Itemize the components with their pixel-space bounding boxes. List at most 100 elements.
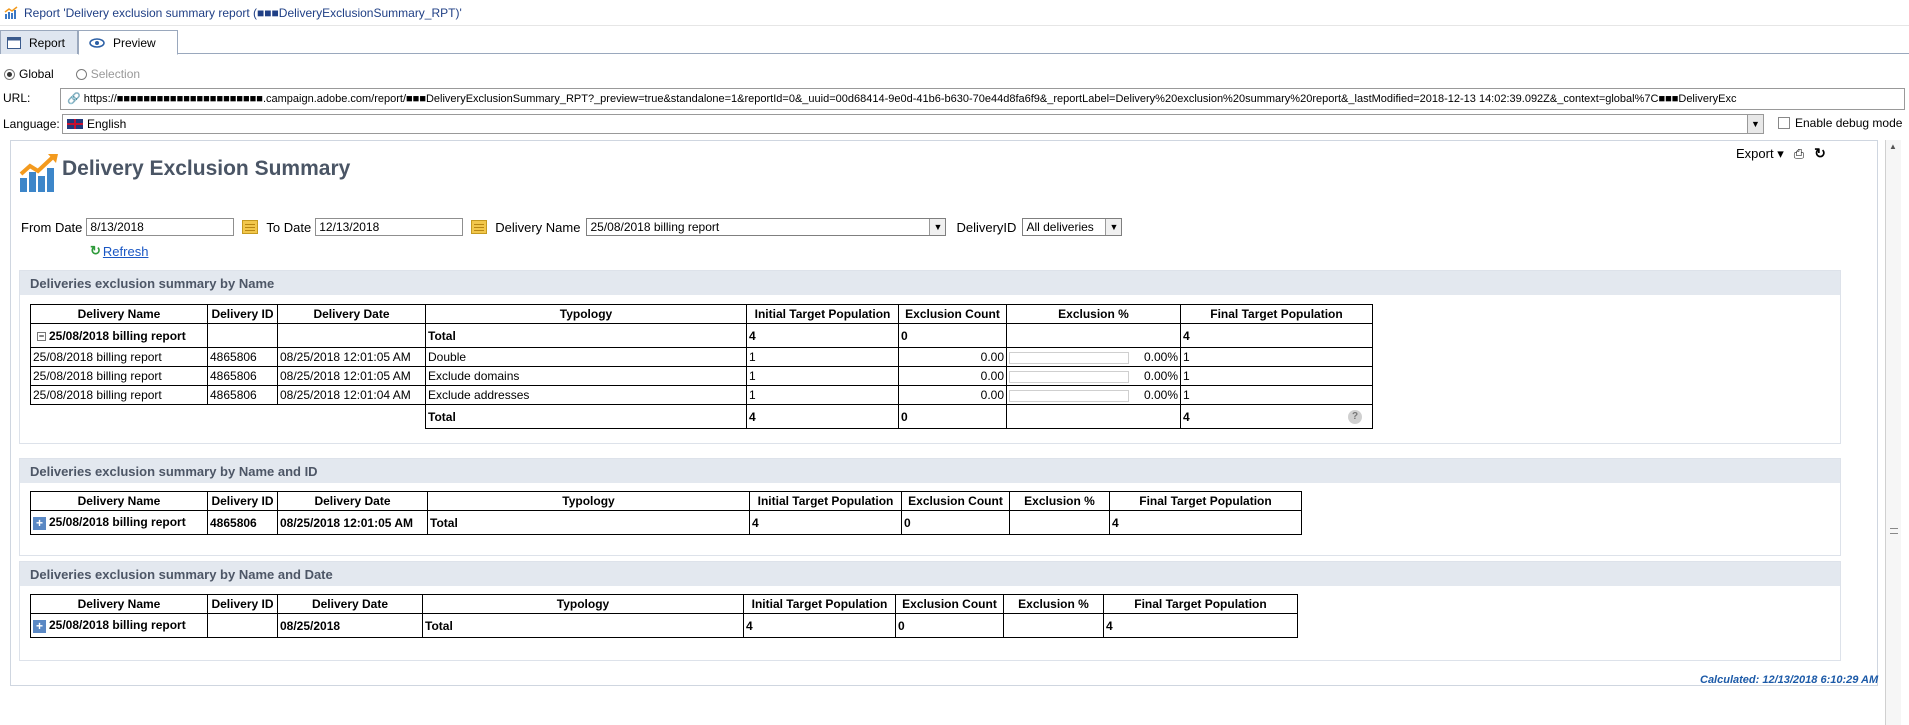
group-name-cell[interactable]: +25/08/2018 billing report xyxy=(30,613,208,638)
exclusion-bar xyxy=(1009,351,1129,364)
column-header: Exclusion % xyxy=(1003,594,1104,614)
tab-preview[interactable]: Preview xyxy=(78,30,178,55)
column-header: Delivery Name xyxy=(30,594,208,614)
refresh-icon: ↻ xyxy=(90,243,101,258)
radio-selected-icon xyxy=(4,68,15,80)
column-header: Delivery Date xyxy=(277,491,428,511)
exclusion-pct-cell: 0.00% xyxy=(1006,347,1181,367)
export-label: Export xyxy=(1736,145,1774,161)
tab-report[interactable]: Report xyxy=(0,30,78,54)
column-header: Delivery Date xyxy=(277,594,423,614)
table-row: 25/08/2018 billing report 4865806 08/25/… xyxy=(30,366,1373,386)
radio-empty-icon xyxy=(75,68,87,80)
exclusion-pct: 0.00% xyxy=(1143,350,1178,364)
column-header: Delivery ID xyxy=(207,491,278,511)
refresh-label[interactable]: Refresh xyxy=(103,244,149,259)
table-cell xyxy=(1003,613,1104,638)
delivery-name-select[interactable]: 25/08/2018 billing report ▼ xyxy=(586,218,947,236)
language-select[interactable]: English ▼ xyxy=(62,114,1764,134)
column-header: Typology xyxy=(422,594,744,614)
print-icon[interactable]: ⎙ xyxy=(1794,146,1804,162)
filter-bar: From Date 8/13/2018 To Date 12/13/2018 D… xyxy=(21,218,1123,236)
column-header: Initial Target Population xyxy=(749,491,902,511)
table-cell: 1 xyxy=(746,366,899,386)
chevron-down-icon: ▼ xyxy=(1105,219,1122,235)
collapse-icon[interactable]: − xyxy=(37,331,46,341)
table-cell xyxy=(1006,404,1181,429)
column-header: Initial Target Population xyxy=(746,304,899,324)
url-field[interactable]: 🔗 https://■■■■■■■■■■■■■■■■■■■■■■.campaig… xyxy=(60,88,1905,110)
table-cell: 0.00 xyxy=(898,347,1007,367)
table-cell: 4 xyxy=(1180,323,1373,348)
expand-icon[interactable]: + xyxy=(33,516,46,530)
calculated-timestamp: Calculated: 12/13/2018 6:10:29 AM xyxy=(1700,674,1879,686)
dropdown-arrow-icon[interactable]: ▼ xyxy=(1747,115,1763,133)
debug-mode-checkbox[interactable]: Enable debug mode xyxy=(1778,116,1902,130)
table-cell: 0 xyxy=(898,323,1007,348)
table-cell: Total xyxy=(427,510,750,535)
column-header: Delivery ID xyxy=(207,304,278,324)
refresh-report-icon[interactable]: ↻ xyxy=(1814,145,1826,162)
eye-icon xyxy=(89,37,105,48)
table-cell: 4 xyxy=(1109,510,1302,535)
section-title: Deliveries exclusion summary by Name and… xyxy=(20,562,1840,586)
calendar-icon[interactable] xyxy=(471,220,488,234)
refresh-link[interactable]: ↻ Refresh xyxy=(90,243,148,259)
table-row: 25/08/2018 billing report 4865806 08/25/… xyxy=(30,347,1373,367)
to-date-input[interactable]: 12/13/2018 xyxy=(315,218,464,236)
report-title: Delivery Exclusion Summary xyxy=(62,157,351,180)
column-header: Delivery Name xyxy=(30,304,208,324)
scroll-up-icon[interactable]: ▲ xyxy=(1889,142,1897,151)
column-header: Final Target Population xyxy=(1109,491,1302,511)
help-icon[interactable]: ? xyxy=(1348,409,1362,424)
vertical-scrollbar[interactable]: ▲ xyxy=(1885,140,1901,725)
report-logo-icon xyxy=(19,154,58,192)
report-tab-icon xyxy=(7,36,21,49)
table-cell-value: 4 xyxy=(1183,409,1190,424)
column-header: Delivery Name xyxy=(30,491,208,511)
group-name-cell[interactable]: +25/08/2018 billing report xyxy=(30,510,208,535)
debug-mode-label: Enable debug mode xyxy=(1795,116,1903,130)
exclusion-bar xyxy=(1009,389,1129,402)
table-cell: 1 xyxy=(746,347,899,367)
table-cell: 08/25/2018 xyxy=(277,613,423,638)
exclusion-pct: 0.00% xyxy=(1143,369,1178,383)
delivery-id-select[interactable]: All deliveries ▼ xyxy=(1022,218,1123,236)
export-button[interactable]: Export ▾ xyxy=(1736,146,1784,162)
table-cell: 4 xyxy=(1103,613,1298,638)
empty-cell xyxy=(208,405,278,429)
delivery-id-value: All deliveries xyxy=(1026,220,1094,234)
calendar-icon[interactable] xyxy=(242,220,259,234)
table-cell: 4865806 xyxy=(207,347,278,367)
scrollbar-grip[interactable] xyxy=(1890,528,1898,534)
delivery-id-label: DeliveryID xyxy=(956,219,1017,235)
table-cell: 0.00 xyxy=(898,366,1007,386)
global-radio[interactable]: Global xyxy=(4,67,54,81)
table-cell: Total xyxy=(425,404,747,429)
section-title: Deliveries exclusion summary by Name and… xyxy=(20,459,1840,483)
selection-radio[interactable]: Selection xyxy=(75,67,140,81)
exclusion-pct-cell: 0.00% xyxy=(1006,366,1181,386)
table-cell: 4 xyxy=(746,323,899,348)
expand-icon[interactable]: + xyxy=(33,619,46,633)
from-date-input[interactable]: 8/13/2018 xyxy=(86,218,235,236)
column-header: Exclusion Count xyxy=(895,594,1004,614)
language-label: Language: xyxy=(3,117,60,131)
column-header: Delivery Date xyxy=(277,304,426,324)
scope-options: Global Selection xyxy=(4,67,140,81)
window-title: Report 'Delivery exclusion summary repor… xyxy=(24,5,462,20)
table-cell: 1 xyxy=(746,385,899,405)
group-row: −25/08/2018 billing report Total 4 0 4 xyxy=(30,323,1373,348)
tab-preview-label: Preview xyxy=(113,35,156,50)
table-cell: 08/25/2018 12:01:05 AM xyxy=(277,347,426,367)
table-cell: 4 xyxy=(743,613,896,638)
table-cell: 0 xyxy=(901,510,1010,535)
table-cell: 08/25/2018 12:01:04 AM xyxy=(277,385,426,405)
from-date-label: From Date xyxy=(21,219,83,235)
report-chart-icon xyxy=(4,5,18,19)
exclusion-pct-cell: 0.00% xyxy=(1006,385,1181,405)
column-header: Initial Target Population xyxy=(743,594,896,614)
column-header: Exclusion % xyxy=(1006,304,1181,324)
group-name-cell[interactable]: −25/08/2018 billing report xyxy=(30,323,208,348)
checkbox-icon xyxy=(1778,117,1790,129)
